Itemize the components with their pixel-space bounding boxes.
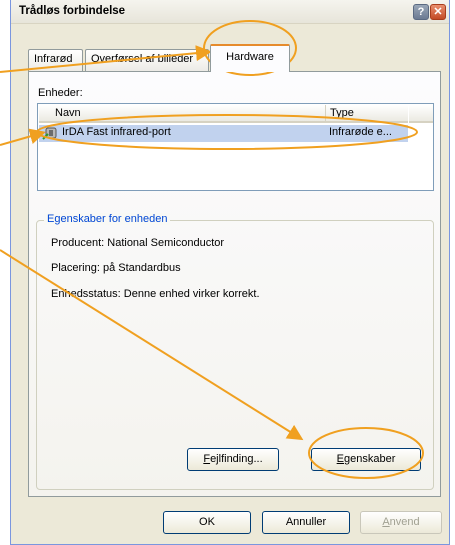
- highlight-ellipse-properties-button: [308, 427, 424, 479]
- highlight-ellipse-device-row: [36, 114, 418, 150]
- annotation-overlay: [0, 20, 424, 479]
- arrow-to-hardware-tab: [0, 45, 212, 73]
- arrow-to-properties-button: [0, 249, 304, 441]
- tab-hardware[interactable]: Hardware: [210, 44, 290, 72]
- tab-label: Hardware: [226, 51, 274, 63]
- arrow-to-device-row: [0, 128, 46, 146]
